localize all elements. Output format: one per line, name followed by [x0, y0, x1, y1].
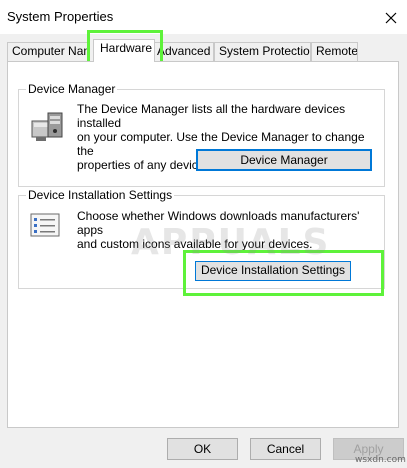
tab-advanced[interactable]: Advanced [152, 42, 214, 61]
device-manager-button[interactable]: Device Manager [196, 149, 372, 171]
button-label: Device Installation Settings [200, 263, 346, 277]
tab-label: Computer Name [12, 44, 89, 58]
button-label: OK [193, 442, 212, 456]
installation-settings-icon [30, 213, 60, 237]
tab-label: Advanced [157, 44, 211, 58]
tab-hardware[interactable]: Hardware [93, 39, 155, 62]
device-manager-group-title: Device Manager [26, 82, 118, 96]
device-installation-settings-button[interactable]: Device Installation Settings [195, 261, 351, 281]
tab-label: Hardware [100, 41, 153, 55]
tab-remote[interactable]: Remote [311, 42, 358, 61]
button-label: Apply [353, 442, 384, 456]
system-properties-window: System Properties Computer Name Hardware… [0, 0, 407, 468]
appuals-watermark: APPUALS [131, 222, 331, 263]
tab-computer-name[interactable]: Computer Name [7, 42, 90, 61]
description-line: The Device Manager lists all the hardwar… [77, 102, 346, 130]
device-manager-icon [30, 111, 64, 145]
device-installation-group-title: Device Installation Settings [26, 188, 175, 202]
button-label: Cancel [266, 442, 305, 456]
tab-strip: Computer Name Hardware Advanced System P… [0, 34, 407, 62]
tab-label: System Protection [219, 44, 311, 58]
tab-label: Remote [316, 44, 358, 58]
cancel-button[interactable]: Cancel [250, 438, 321, 460]
device-manager-group: Device Manager The Device Manager lists … [18, 82, 385, 187]
ok-button[interactable]: OK [167, 438, 238, 460]
window-title: System Properties [7, 9, 114, 24]
button-label: Device Manager [240, 153, 328, 167]
tab-system-protection[interactable]: System Protection [214, 42, 311, 61]
dialog-buttons: OK Cancel Apply [0, 428, 407, 468]
title-bar: System Properties [0, 0, 407, 34]
close-button[interactable] [378, 4, 404, 30]
site-credit: wsxdn.com [355, 455, 406, 465]
close-icon [385, 12, 397, 24]
